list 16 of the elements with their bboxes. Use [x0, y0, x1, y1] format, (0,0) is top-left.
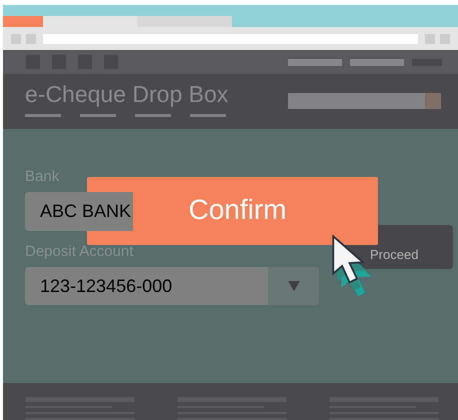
menu-link[interactable] [135, 114, 171, 117]
page-title: e-Cheque Drop Box [25, 80, 228, 109]
menu-link[interactable] [80, 114, 116, 117]
dropdown-arrow-icon [288, 281, 300, 291]
account-select[interactable]: 123-123456-000 [25, 267, 319, 305]
browser-tab[interactable] [137, 16, 232, 27]
browser-tab[interactable] [3, 16, 43, 27]
nav-link[interactable] [350, 58, 404, 66]
browser-tab[interactable] [43, 16, 137, 27]
search-button[interactable] [425, 93, 441, 109]
nav-link[interactable] [288, 58, 342, 66]
url-field[interactable] [43, 34, 418, 44]
search-field[interactable] [288, 93, 441, 109]
bank-field[interactable]: ABC BANK [25, 192, 134, 231]
menu-link[interactable] [190, 114, 226, 117]
menu-link[interactable] [25, 114, 61, 117]
